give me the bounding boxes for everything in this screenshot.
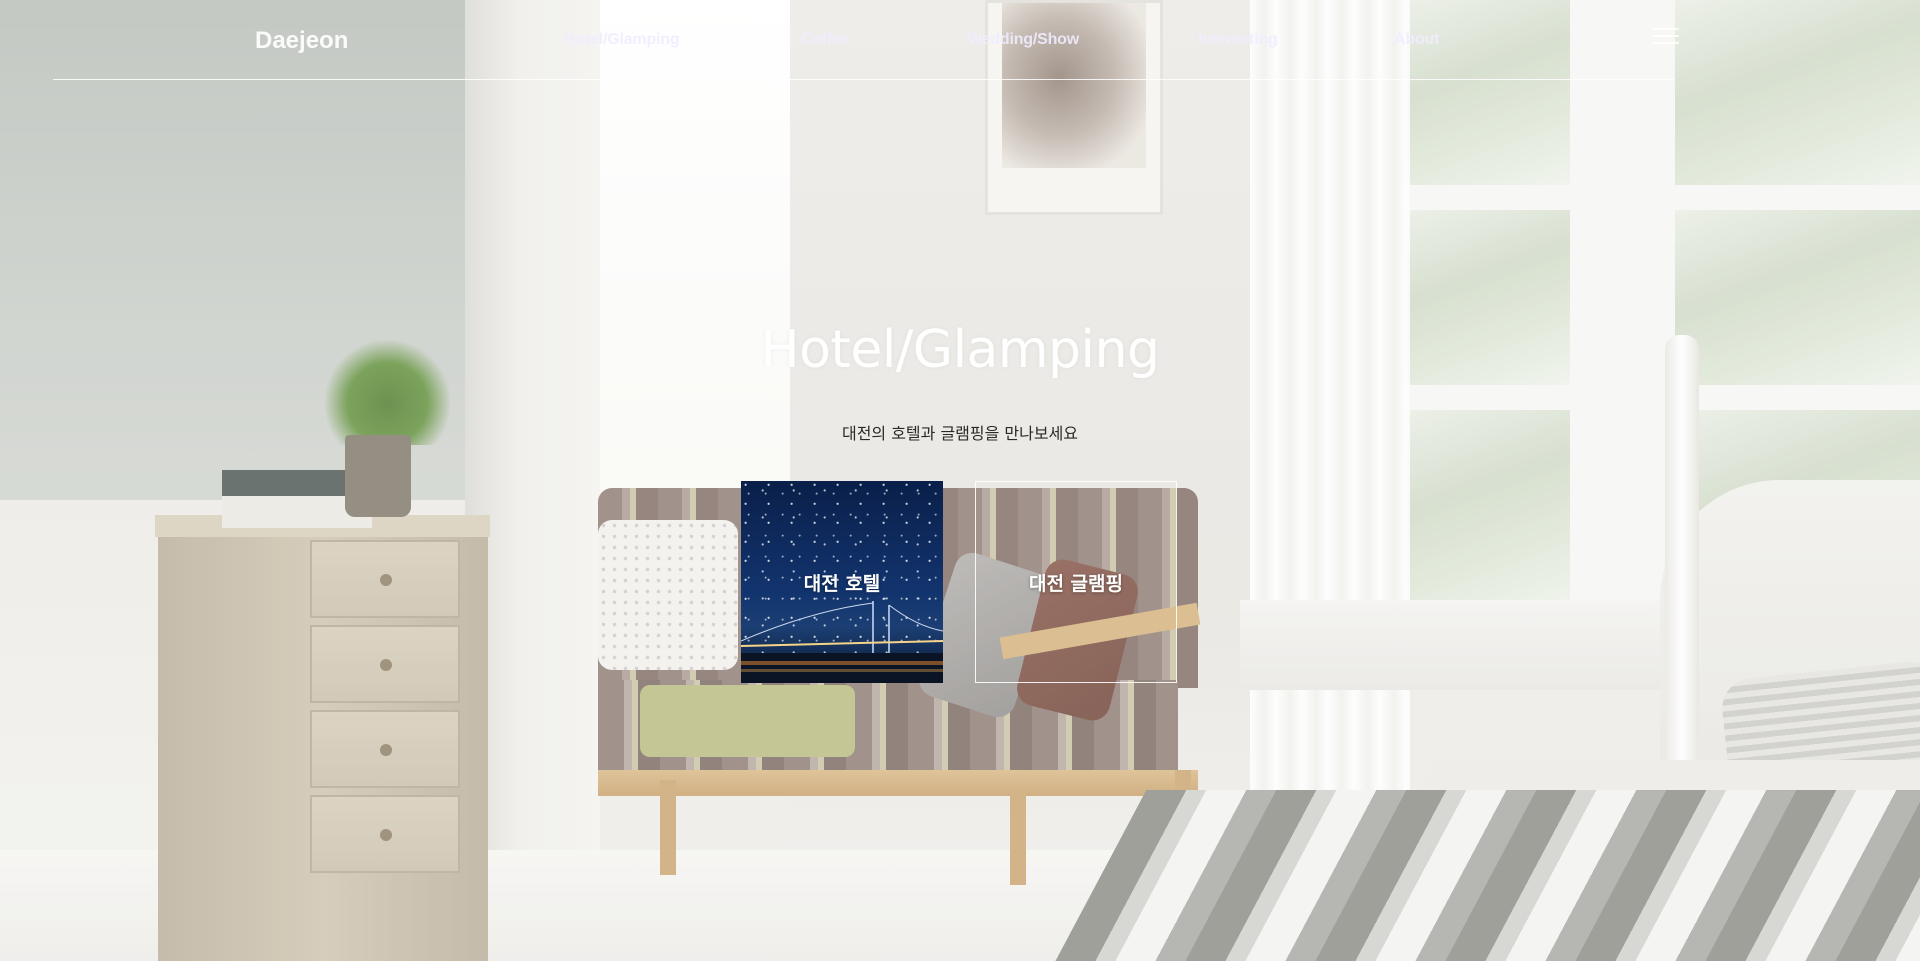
nav-item-wedding-show[interactable]: Wedding/Show (967, 31, 1079, 49)
site-header: Daejeon Hotel/Glamping Coffee Wedding/Sh… (53, 0, 1679, 80)
background-overlay (0, 0, 1920, 961)
hero-section: Daejeon Hotel/Glamping Coffee Wedding/Sh… (0, 0, 1920, 961)
hamburger-line (1653, 28, 1679, 30)
hamburger-line (1653, 35, 1679, 37)
nav-item-interesting[interactable]: Interesting (1198, 31, 1278, 49)
site-logo[interactable]: Daejeon (255, 27, 348, 55)
nav-item-about[interactable]: About (1394, 31, 1439, 49)
card-daejeon-hotel[interactable]: 대전 호텔 (741, 481, 943, 683)
hamburger-line (1653, 42, 1679, 44)
nav-item-coffee[interactable]: Coffee (801, 31, 850, 49)
page-title: Hotel/Glamping (760, 320, 1160, 380)
nav-item-hotel-glamping[interactable]: Hotel/Glamping (564, 31, 680, 49)
card-label: 대전 글램핑 (1028, 572, 1123, 595)
hamburger-icon[interactable] (1653, 28, 1679, 46)
page-subtitle: 대전의 호텔과 글램핑을 만나보세요 (841, 424, 1079, 443)
card-daejeon-glamping[interactable]: 대전 글램핑 (975, 481, 1177, 683)
night-bridge-photo (741, 601, 943, 683)
card-label: 대전 호텔 (803, 572, 881, 595)
